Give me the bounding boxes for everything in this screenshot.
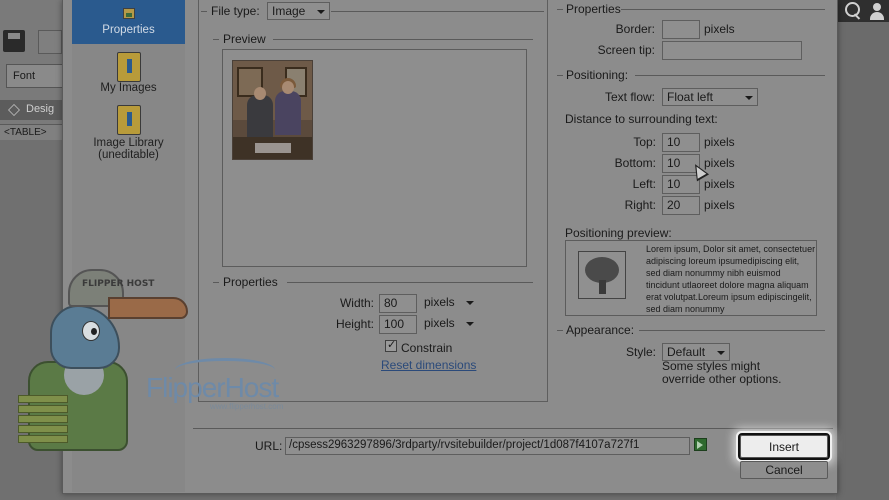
screen-tip-label: Screen tip: [597, 43, 655, 57]
right-input[interactable]: 20 [662, 196, 700, 215]
tag-path: <TABLE> [0, 124, 64, 140]
mascot-cap-text: FLIPPER HOST [82, 279, 155, 289]
style-note-line2: override other options. [662, 372, 782, 386]
text-flow-value: Float left [667, 90, 714, 104]
mascot-eye [82, 321, 100, 341]
right-label: Right: [624, 198, 656, 212]
border-input[interactable] [662, 20, 700, 39]
height-unit-value: pixels [424, 316, 455, 330]
text-flow-select[interactable]: Float left [662, 88, 758, 106]
lorem-text: Lorem ipsum, Dolor sit amet, consectetue… [646, 244, 816, 314]
right-unit: pixels [704, 198, 735, 212]
style-label: Style: [625, 345, 656, 359]
constrain-checkbox[interactable] [385, 338, 397, 352]
positioning-title: Positioning: [564, 68, 631, 82]
height-label: Height: [335, 317, 374, 331]
height-unit-select[interactable]: pixels [420, 315, 478, 333]
book-icon [116, 52, 141, 82]
pencil-icon [8, 104, 20, 116]
book-icon [116, 105, 141, 135]
properties-title: Properties [564, 2, 623, 16]
url-label: URL: [255, 439, 283, 453]
text-flow-label: Text flow: [604, 90, 655, 104]
chevron-down-icon [317, 10, 325, 14]
chevron-down-icon [466, 301, 474, 305]
sidebar-item-properties[interactable]: Properties [72, 0, 185, 44]
design-tab[interactable]: Desig [0, 100, 64, 120]
left-label: Left: [632, 177, 656, 191]
preview-title: Preview [221, 32, 268, 46]
go-arrow-icon[interactable] [694, 438, 707, 451]
sidebar-item-my-images[interactable]: My Images [72, 52, 185, 96]
url-row: URL: /cpsess2963297896/3rdparty/rvsitebu… [193, 428, 833, 458]
url-input[interactable]: /cpsess2963297896/3rdparty/rvsitebuilder… [285, 437, 690, 455]
design-tab-label: Desig [26, 103, 55, 115]
image-preview [222, 49, 527, 267]
top-unit: pixels [704, 135, 735, 149]
file-type-value: Image [272, 4, 306, 18]
font-select[interactable]: Font [6, 64, 64, 88]
sidebar-item-label: My Images [100, 82, 157, 94]
width-unit-select[interactable]: pixels [420, 294, 478, 312]
bottom-unit: pixels [704, 156, 735, 170]
file-type-label: File type: [209, 4, 262, 18]
right-panel [836, 22, 889, 500]
top-label: Top: [633, 135, 656, 149]
height-input[interactable]: 100 [379, 315, 417, 334]
sidebar-item-label: Image Library (uneditable) [93, 137, 164, 161]
tree-image [578, 251, 626, 299]
style-value: Default [667, 345, 706, 359]
image-icon [122, 8, 135, 19]
watermark-mascot: FLIPPER HOST [12, 265, 202, 465]
search-icon[interactable] [843, 1, 863, 21]
sidebar-item-image-library[interactable]: Image Library (uneditable) [72, 105, 185, 163]
watermark-subtitle: www.flipperhost.com [210, 402, 284, 411]
options-panel: Properties Border: pixels Screen tip: Po… [555, 0, 825, 425]
chevron-down-icon [466, 322, 474, 326]
appearance-title: Appearance: [564, 323, 637, 337]
width-unit-value: pixels [424, 295, 455, 309]
distance-label: Distance to surrounding text: [565, 112, 718, 126]
file-type-select[interactable]: Image [267, 2, 330, 20]
positioning-preview: Lorem ipsum, Dolor sit amet, consectetue… [565, 240, 817, 316]
positioning-preview-title: Positioning preview: [565, 226, 672, 240]
bottom-label: Bottom: [614, 156, 656, 170]
size-properties-title: Properties [221, 275, 280, 289]
reset-dimensions-link[interactable]: Reset dimensions [381, 358, 476, 372]
save-icon[interactable] [3, 30, 25, 52]
chevron-down-icon [717, 351, 725, 355]
border-unit: pixels [704, 22, 735, 36]
width-label: Width: [339, 296, 374, 310]
screen-tip-input[interactable] [662, 41, 802, 60]
editor-toolbar: Font Desig <TABLE> [0, 0, 64, 140]
left-unit: pixels [704, 177, 735, 191]
preview-photo [232, 60, 313, 160]
top-input[interactable]: 10 [662, 133, 700, 152]
chevron-down-icon [745, 96, 753, 100]
binoculars-icon[interactable] [38, 30, 62, 54]
insert-button[interactable]: Insert [738, 433, 830, 460]
border-label: Border: [615, 22, 655, 36]
sidebar-item-label: Properties [102, 24, 155, 36]
watermark-logo: FlipperHost [146, 372, 279, 403]
constrain-label: Constrain [401, 341, 453, 355]
user-icon[interactable] [867, 1, 887, 21]
cancel-button[interactable]: Cancel [740, 461, 828, 479]
preview-panel: File type: Image Preview Properties Widt… [198, 0, 548, 402]
width-input[interactable]: 80 [379, 294, 417, 313]
